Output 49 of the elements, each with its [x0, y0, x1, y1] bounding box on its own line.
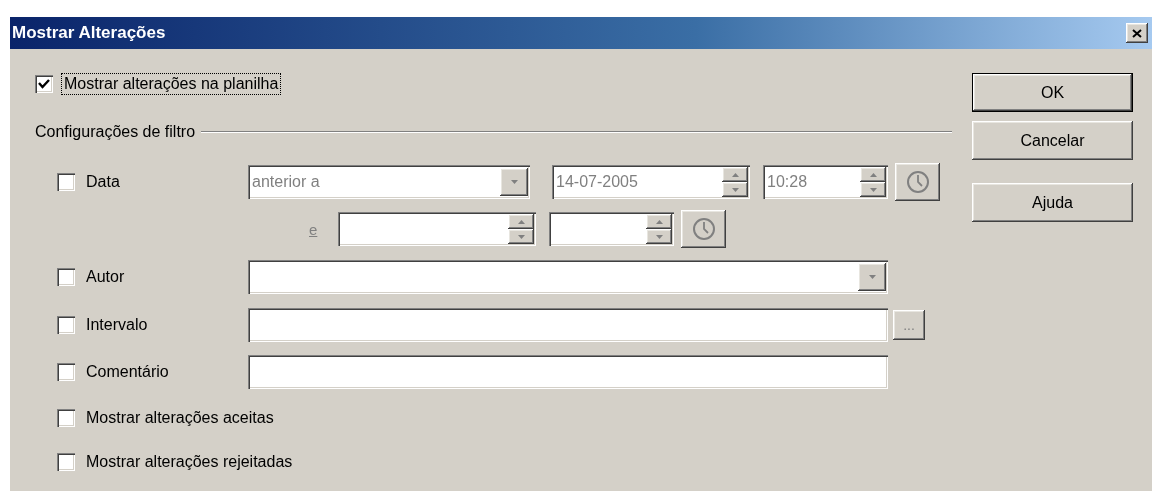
comment-field[interactable]: [248, 355, 888, 389]
down-arrow-icon: [517, 234, 525, 239]
spin-field[interactable]: [338, 212, 536, 246]
checkbox[interactable]: [57, 453, 75, 471]
close-button[interactable]: [1126, 23, 1148, 43]
checkbox-label[interactable]: Intervalo: [84, 315, 150, 335]
up-arrow-icon: [869, 172, 877, 177]
range-field[interactable]: [248, 308, 888, 342]
down-arrow-icon: [510, 180, 518, 184]
clock-icon: [691, 217, 716, 241]
dialog-button[interactable]: Ajuda: [972, 183, 1133, 222]
spin-up-button[interactable]: [646, 214, 672, 229]
clock-icon: [905, 170, 930, 194]
dialog-button[interactable]: Cancelar: [972, 121, 1133, 160]
checkbox[interactable]: [57, 363, 75, 381]
checkbox-label[interactable]: Mostrar alterações rejeitadas: [84, 452, 295, 472]
time-button[interactable]: [895, 163, 940, 201]
author-dropdown[interactable]: [248, 260, 888, 294]
dialog-button[interactable]: OK: [972, 73, 1133, 112]
spin-up-button[interactable]: [508, 214, 534, 229]
checkbox[interactable]: [35, 75, 53, 93]
down-arrow-icon: [655, 234, 663, 239]
spin-down-button[interactable]: [646, 229, 672, 244]
window-title: Mostrar Alterações: [11, 23, 166, 43]
spin-down-button[interactable]: [508, 229, 534, 244]
section-heading: Configurações de filtro: [35, 123, 196, 141]
checkbox-label[interactable]: Mostrar alterações aceitas: [84, 408, 276, 428]
spin-up-button[interactable]: [722, 167, 748, 182]
spin-field[interactable]: [549, 212, 674, 246]
spin-down-button[interactable]: [860, 182, 886, 197]
checkbox[interactable]: [57, 316, 75, 334]
up-arrow-icon: [655, 219, 663, 224]
spin-down-button[interactable]: [722, 182, 748, 197]
down-arrow-icon: [869, 187, 877, 192]
spin-up-button[interactable]: [860, 167, 886, 182]
checkbox[interactable]: [57, 268, 75, 286]
up-arrow-icon: [517, 219, 525, 224]
and-label: e: [309, 220, 318, 238]
checkbox[interactable]: [57, 409, 75, 427]
checkbox-label[interactable]: Mostrar alterações na planilha: [62, 74, 281, 94]
time-button[interactable]: [681, 210, 726, 248]
down-arrow-icon: [868, 275, 876, 279]
dropdown-button[interactable]: [858, 263, 886, 291]
checkbox-label[interactable]: Autor: [84, 267, 127, 287]
dropdown-button[interactable]: [500, 168, 528, 196]
down-arrow-icon: [731, 187, 739, 192]
up-arrow-icon: [731, 172, 739, 177]
checkbox-label[interactable]: Comentário: [84, 362, 171, 382]
close-icon: [1132, 28, 1142, 38]
